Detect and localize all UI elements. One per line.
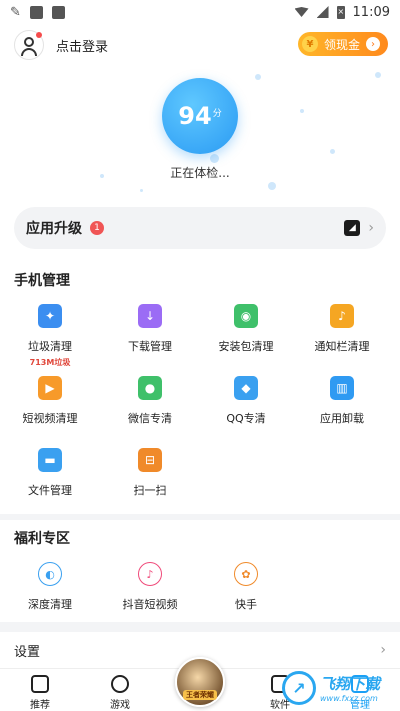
nav-game[interactable]: 游戏 [95,675,145,711]
nav-label: 游戏 [110,700,130,711]
wf-label: 快手 [235,598,257,611]
get-cash-label: 领现金 [323,37,360,52]
coin-icon: ¥ [301,36,318,52]
whale-icon: ◐ [38,562,62,586]
phone-manage-title: 手机管理 [14,273,70,289]
pm-item[interactable]: ⊟ 扫一扫 [100,448,200,498]
login-entry[interactable]: 点击登录 [14,30,108,60]
app-notification-icon [29,5,43,19]
battery-icon [336,5,345,19]
pm-item[interactable]: ◆ QQ专清 [196,376,296,426]
pm-label: 安装包清理 [218,340,274,353]
pm-sublabel: 713M垃圾 [29,358,71,367]
folder-icon: ▬ [38,448,62,472]
pm-label: QQ专清 [226,412,266,425]
download-icon: ↓ [138,304,162,328]
pm-item[interactable]: ✦ 垃圾清理 713M垃圾 [0,304,100,368]
watermark-url: www.fxxz.com [320,694,378,703]
featured-game-label: 王者荣耀 [183,690,217,700]
app-notification-icon-2 [51,5,65,19]
pm-item[interactable]: ● 微信专清 [100,376,200,426]
chevron-right-icon: › [368,220,374,236]
chevron-right-icon: › [366,37,380,51]
pm-label: 下载管理 [128,340,172,353]
top-panel: 点击登录 ¥ 领现金 › 94 分 正在体检... 应用升级 1 ◢ › 手机管… [0,24,400,514]
broom-notification-icon: ✎ [10,4,21,20]
trash-icon: ▥ [330,376,354,400]
signal-icon [316,6,329,18]
broom-icon: ✦ [38,304,62,328]
app-upgrade-label: 应用升级 [26,221,82,237]
app-upgrade-row[interactable]: 应用升级 1 ◢ › [14,207,386,249]
decor-bubble [210,154,219,163]
pm-label: 垃圾清理 [28,340,72,353]
chevron-right-icon: › [380,642,386,658]
decor-bubble [140,189,143,192]
avatar[interactable] [14,30,44,60]
wf-item[interactable]: ◐ 深度清理 [0,562,100,612]
upgrade-count-badge: 1 [90,221,104,235]
nav-label: 推荐 [30,700,50,711]
health-score-circle[interactable]: 94 分 [162,78,238,154]
wf-label: 抖音短视频 [122,598,178,611]
pm-label: 短视频清理 [22,412,78,425]
site-watermark: ↗ 飞翔下载 www.fxxz.com [282,668,392,708]
featured-game-button[interactable]: 王者荣耀 [175,657,225,707]
scan-icon: ⊟ [138,448,162,472]
game-icon [111,675,129,693]
pm-label: 扫一扫 [133,484,167,497]
wf-item[interactable]: ✿ 快手 [196,562,296,612]
pm-item[interactable]: ◉ 安装包清理 [196,304,296,354]
score-value: 94 [178,102,212,130]
decor-bubble [330,149,335,154]
decor-bubble [375,72,381,78]
settings-label: 设置 [14,644,41,660]
welfare-section: 福利专区 ◐ 深度清理 ♪ 抖音短视频 ✿ 快手 [0,520,400,622]
pm-item[interactable]: ▬ 文件管理 [0,448,100,498]
android-icon: ◉ [234,304,258,328]
notification-dot [36,32,42,38]
decor-bubble [300,109,304,113]
pm-label: 通知栏清理 [314,340,370,353]
wechat-icon: ● [138,376,162,400]
pm-item[interactable]: ♪ 通知栏清理 [292,304,392,354]
recommend-icon [31,675,49,693]
nav-recommend[interactable]: 推荐 [15,675,65,711]
clock: 11:09 [352,4,390,20]
pm-item[interactable]: ▥ 应用卸载 [292,376,392,426]
pm-item[interactable]: ↓ 下载管理 [100,304,200,354]
pm-label: 应用卸载 [320,412,364,425]
check-status: 正在体检... [170,166,230,180]
wf-item[interactable]: ♪ 抖音短视频 [100,562,200,612]
qq-penguin-icon: ◆ [234,376,258,400]
tiktok-icon: ♪ [138,562,162,586]
wifi-icon [294,7,309,17]
decor-bubble [268,182,276,190]
kuaishou-icon: ✿ [234,562,258,586]
wf-label: 深度清理 [28,598,72,611]
pm-label: 微信专清 [128,412,172,425]
app-thumbnail-icon: ◢ [344,220,361,236]
health-score-area: 94 分 正在体检... [0,64,400,204]
pm-label: 文件管理 [28,484,72,497]
watermark-name: 飞翔下载 [320,675,381,693]
bell-icon: ♪ [330,304,354,328]
pm-item[interactable]: ▶ 短视频清理 [0,376,100,426]
welfare-title: 福利专区 [14,531,70,547]
get-cash-button[interactable]: ¥ 领现金 › [297,32,388,56]
status-bar: ✎ 11:09 [0,0,400,24]
score-unit: 分 [212,108,222,119]
login-text[interactable]: 点击登录 [56,36,108,55]
watermark-logo-icon: ↗ [282,671,316,705]
video-camera-icon: ▶ [38,376,62,400]
decor-bubble [255,74,261,80]
